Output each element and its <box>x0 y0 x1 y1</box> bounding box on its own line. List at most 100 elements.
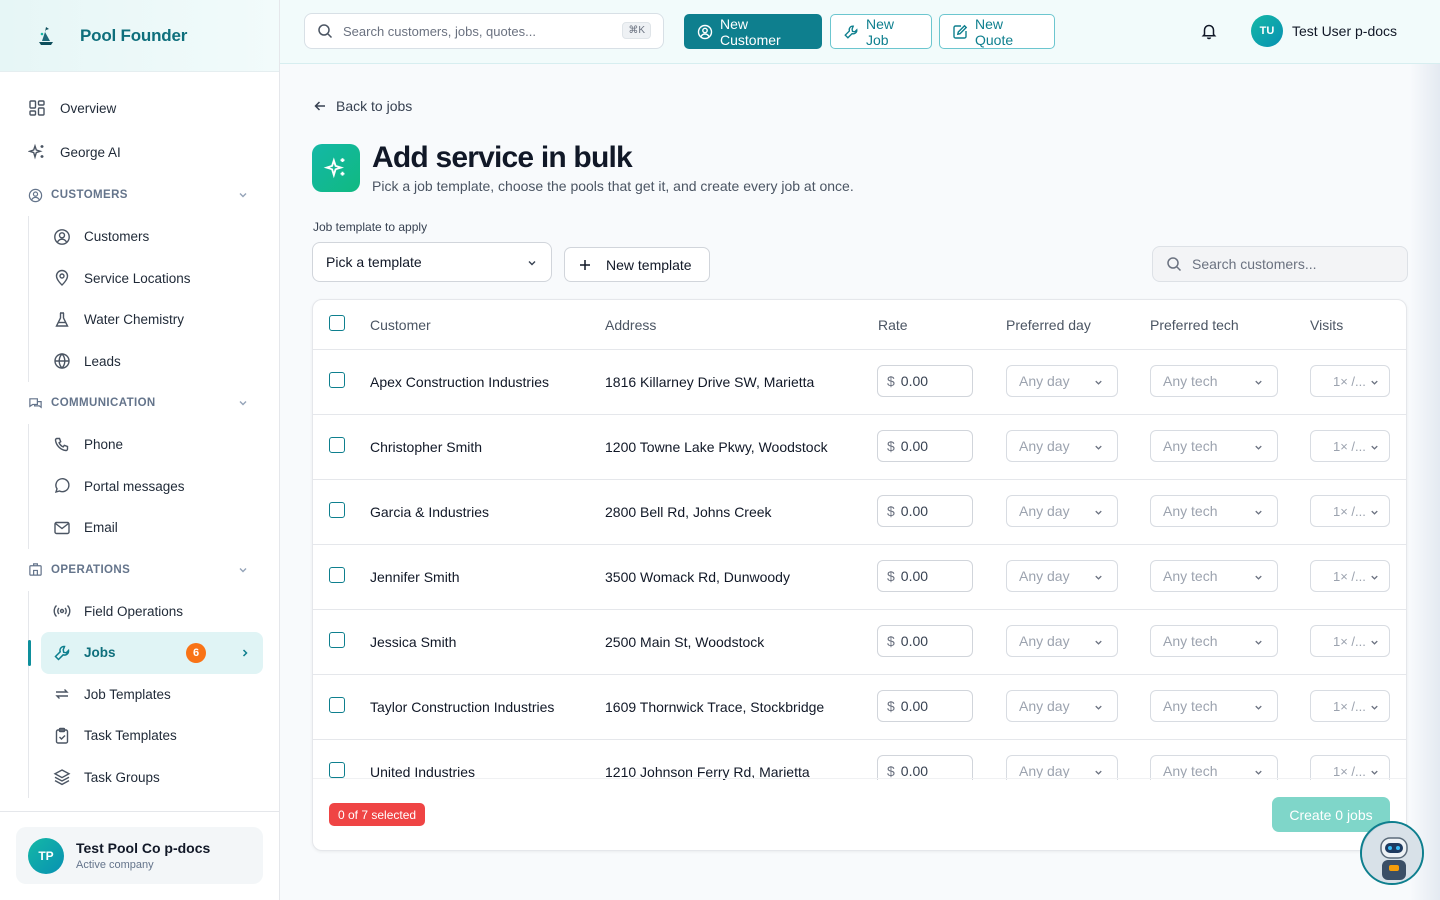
sidebar-item-task-groups[interactable]: Task Groups <box>41 757 263 799</box>
preferred-tech-select[interactable]: Any tech <box>1150 690 1278 722</box>
row-checkbox[interactable] <box>329 632 345 648</box>
row-checkbox[interactable] <box>329 697 345 713</box>
table-row[interactable]: Christopher Smith 1200 Towne Lake Pkwy, W… <box>313 415 1406 480</box>
preferred-tech-select[interactable]: Any tech <box>1150 365 1278 397</box>
table-footer: 0 of 7 selected Create 0 jobs <box>313 778 1406 850</box>
preferred-day-select[interactable]: Any day <box>1006 365 1118 397</box>
visits-select[interactable]: 1× /... <box>1310 690 1390 722</box>
rate-value: 0.00 <box>900 438 929 454</box>
new-template-button[interactable]: New template <box>564 247 710 282</box>
preferred-day-select[interactable]: Any day <box>1006 495 1118 527</box>
preferred-tech-select[interactable]: Any tech <box>1150 560 1278 592</box>
search-placeholder: Search customers, jobs, quotes... <box>343 23 536 39</box>
rate-input[interactable]: $0.00 <box>877 495 973 527</box>
brand[interactable]: Pool Founder <box>0 0 279 72</box>
section-customers[interactable]: CUSTOMERS <box>0 174 279 216</box>
rate-input[interactable]: $0.00 <box>877 625 973 657</box>
sidebar-item-phone[interactable]: Phone <box>41 424 263 466</box>
message-circle-icon <box>53 477 71 495</box>
sidebar-item-leads[interactable]: Leads <box>41 341 263 383</box>
visits-select[interactable]: 1× /... <box>1310 625 1390 657</box>
sidebar-divider <box>0 811 279 812</box>
currency-symbol: $ <box>887 503 895 519</box>
row-checkbox[interactable] <box>329 567 345 583</box>
currency-symbol: $ <box>887 568 895 584</box>
sidebar-item-task-templates[interactable]: Task Templates <box>41 715 263 757</box>
visits-select[interactable]: 1× /... <box>1310 755 1390 780</box>
rate-input[interactable]: $0.00 <box>877 560 973 592</box>
preferred-day-select[interactable]: Any day <box>1006 755 1118 780</box>
chevron-down-icon <box>1253 507 1264 518</box>
sidebar-item-jobs[interactable]: Jobs 6 <box>28 632 263 674</box>
customer-name: Apex Construction Industries <box>370 374 549 390</box>
sidebar-item-email[interactable]: Email <box>41 507 263 549</box>
new-customer-button[interactable]: New Customer <box>684 14 822 49</box>
preferred-tech-select[interactable]: Any tech <box>1150 625 1278 657</box>
bulk-jobs-table: Customer Address Rate Preferred day Pref… <box>312 299 1407 851</box>
table-row[interactable]: United Industries 1210 Johnson Ferry Rd, … <box>313 740 1406 780</box>
row-checkbox[interactable] <box>329 762 345 778</box>
assistant-robot-icon[interactable] <box>1360 821 1424 885</box>
preferred-tech-select[interactable]: Any tech <box>1150 755 1278 780</box>
rate-input[interactable]: $0.00 <box>877 365 973 397</box>
company-switcher[interactable]: TP Test Pool Co p-docs Active company <box>16 827 263 884</box>
selection-count-badge: 0 of 7 selected <box>329 803 426 826</box>
sidebar-item-customers[interactable]: Customers <box>41 216 263 258</box>
select-all-checkbox[interactable] <box>329 315 345 331</box>
sidebar-item-overview[interactable]: Overview <box>0 86 279 130</box>
table-row[interactable]: Jennifer Smith 3500 Womack Rd, Dunwoody $0… <box>313 545 1406 610</box>
preferred-tech-select[interactable]: Any tech <box>1150 430 1278 462</box>
section-communication[interactable]: COMMUNICATION <box>0 382 279 424</box>
table-row[interactable]: Taylor Construction Industries 1609 Thorn… <box>313 675 1406 740</box>
col-preferred-tech[interactable]: Preferred tech <box>1150 317 1239 333</box>
table-row[interactable]: Jessica Smith 2500 Main St, Woodstock $0.0… <box>313 610 1406 675</box>
new-quote-label: New Quote <box>975 15 1014 48</box>
chevron-down-icon <box>1093 442 1104 453</box>
sidebar-item-george-ai[interactable]: George AI <box>0 130 279 174</box>
bell-icon[interactable] <box>1200 22 1218 40</box>
rate-input[interactable]: $0.00 <box>877 430 973 462</box>
visits-select[interactable]: 1× /... <box>1310 365 1390 397</box>
preferred-day-select[interactable]: Any day <box>1006 625 1118 657</box>
visits-select[interactable]: 1× /... <box>1310 495 1390 527</box>
new-job-button[interactable]: New Job <box>830 14 932 49</box>
rate-input[interactable]: $0.00 <box>877 755 973 780</box>
customer-search-input[interactable]: Search customers... <box>1152 246 1408 282</box>
user-name: Test User p-docs <box>1292 23 1398 39</box>
visits-select[interactable]: 1× /... <box>1310 560 1390 592</box>
col-address[interactable]: Address <box>605 317 656 333</box>
preferred-tech-select[interactable]: Any tech <box>1150 495 1278 527</box>
table-header: Customer Address Rate Preferred day Pref… <box>313 300 1406 350</box>
row-checkbox[interactable] <box>329 437 345 453</box>
section-operations[interactable]: OPERATIONS <box>0 549 279 591</box>
col-customer[interactable]: Customer <box>370 317 431 333</box>
chevron-down-icon <box>1369 767 1380 778</box>
preferred-day-select[interactable]: Any day <box>1006 430 1118 462</box>
sidebar-item-field-operations[interactable]: Field Operations <box>41 591 263 633</box>
table-row[interactable]: Apex Construction Industries 1816 Killarn… <box>313 350 1406 415</box>
sidebar-item-service-locations[interactable]: Service Locations <box>41 258 263 300</box>
sidebar-item-portal-messages[interactable]: Portal messages <box>41 466 263 508</box>
col-preferred-day[interactable]: Preferred day <box>1006 317 1091 333</box>
col-visits[interactable]: Visits <box>1310 317 1343 333</box>
visits-select[interactable]: 1× /... <box>1310 430 1390 462</box>
row-checkbox[interactable] <box>329 502 345 518</box>
rate-input[interactable]: $0.00 <box>877 690 973 722</box>
preferred-day-select[interactable]: Any day <box>1006 560 1118 592</box>
main-content: Back to jobs Add service in bulk Pick a … <box>280 65 1440 900</box>
row-checkbox[interactable] <box>329 372 345 388</box>
back-to-jobs-link[interactable]: Back to jobs <box>313 98 412 114</box>
global-search-input[interactable]: Search customers, jobs, quotes... ⌘K <box>304 13 664 49</box>
currency-symbol: $ <box>887 763 895 779</box>
job-template-select[interactable]: Pick a template <box>312 242 552 282</box>
col-rate[interactable]: Rate <box>878 317 908 333</box>
user-menu[interactable]: TU Test User p-docs <box>1251 15 1397 47</box>
sidebar-item-label: Service Locations <box>84 270 191 286</box>
sidebar-item-job-templates[interactable]: Job Templates <box>41 674 263 716</box>
sidebar-item-water-chemistry[interactable]: Water Chemistry <box>41 299 263 341</box>
chevron-down-icon <box>1093 637 1104 648</box>
table-row[interactable]: Garcia & Industries 2800 Bell Rd, Johns C… <box>313 480 1406 545</box>
preferred-day-select[interactable]: Any day <box>1006 690 1118 722</box>
new-quote-button[interactable]: New Quote <box>939 14 1055 49</box>
preferred-tech-value: Any tech <box>1163 763 1218 779</box>
